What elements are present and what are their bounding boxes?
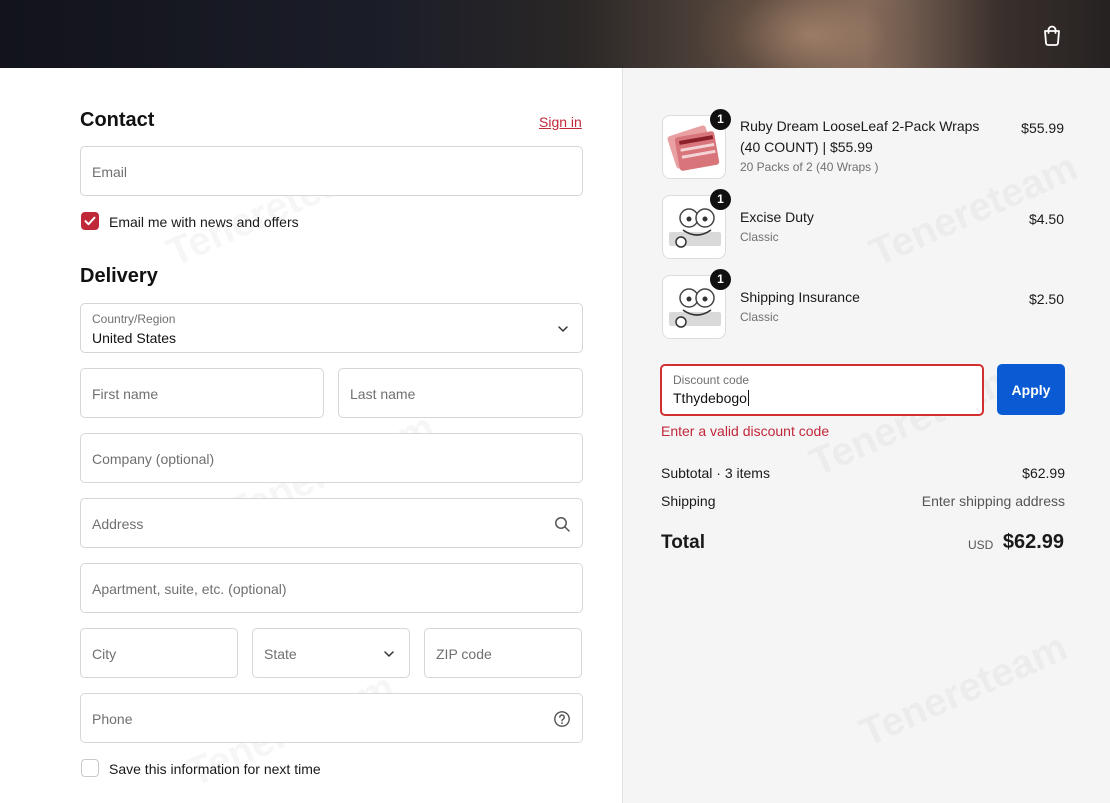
item-price: $4.50 — [1028, 211, 1064, 227]
quantity-badge: 1 — [710, 189, 731, 210]
city-placeholder: City — [92, 646, 117, 662]
order-summary: Tenereteam Tenereteam Tenereteam 1 Ruby … — [622, 68, 1110, 803]
header-banner — [0, 0, 1110, 68]
help-icon[interactable] — [553, 710, 571, 728]
email-field[interactable]: Email — [80, 146, 583, 196]
item-name: Excise Duty — [740, 209, 814, 225]
zip-field[interactable]: ZIP code — [424, 628, 582, 678]
apartment-placeholder: Apartment, suite, etc. (optional) — [92, 581, 287, 597]
quantity-badge: 1 — [710, 269, 731, 290]
phone-field[interactable]: Phone — [80, 693, 583, 743]
chevron-down-icon — [558, 326, 568, 332]
shopping-bag-icon[interactable] — [1041, 24, 1063, 46]
phone-placeholder: Phone — [92, 711, 133, 727]
checkmark-icon — [84, 216, 96, 226]
chevron-down-icon — [384, 651, 394, 657]
banner-image — [700, 0, 920, 68]
newsletter-label: Email me with news and offers — [109, 214, 299, 230]
item-variant: Classic — [740, 230, 779, 244]
contact-heading: Contact — [80, 109, 155, 131]
apartment-field[interactable]: Apartment, suite, etc. (optional) — [80, 563, 583, 613]
address-field[interactable]: Address — [80, 498, 583, 548]
last-name-field[interactable]: Last name — [338, 368, 583, 418]
state-select[interactable]: State — [252, 628, 410, 678]
country-label: Country/Region — [92, 312, 176, 326]
discount-value: Tthydebogo — [673, 390, 749, 406]
quantity-badge: 1 — [710, 109, 731, 130]
checkout-form: Tenereteam Tenereteam Tenereteam Contact… — [0, 68, 622, 803]
subtotal-row: Subtotal · 3 items $62.99 — [661, 465, 1065, 481]
item-price: $55.99 — [1021, 120, 1064, 136]
subtotal-label: Subtotal · 3 items — [661, 465, 770, 481]
city-field[interactable]: City — [80, 628, 238, 678]
shipping-row: Shipping Enter shipping address — [661, 493, 1065, 509]
address-placeholder: Address — [92, 516, 144, 532]
country-select[interactable]: Country/Region United States — [80, 303, 583, 353]
item-variant: Classic — [740, 310, 779, 324]
total-value: $62.99 — [1002, 531, 1064, 553]
shipping-value: Enter shipping address — [921, 493, 1065, 509]
total-label: Total — [661, 532, 705, 553]
sign-in-link[interactable]: Sign in — [539, 114, 582, 130]
watermark: Tenereteam — [853, 625, 1074, 756]
shipping-label: Shipping — [661, 493, 716, 509]
total-currency: USD — [968, 538, 994, 552]
delivery-heading: Delivery — [80, 265, 158, 287]
last-name-placeholder: Last name — [350, 386, 416, 402]
email-placeholder: Email — [92, 164, 128, 180]
discount-code-field[interactable]: Discount code Tthydebogo — [660, 364, 984, 416]
discount-error-message: Enter a valid discount code — [661, 423, 830, 439]
apply-discount-button[interactable]: Apply — [997, 364, 1065, 415]
item-name: Shipping Insurance — [740, 289, 860, 305]
item-price: $2.50 — [1028, 291, 1064, 307]
item-variant: 20 Packs of 2 (40 Wraps ) — [740, 160, 879, 174]
company-placeholder: Company (optional) — [92, 451, 215, 467]
discount-label: Discount code — [673, 373, 750, 387]
company-field[interactable]: Company (optional) — [80, 433, 583, 483]
item-name: Ruby Dream LooseLeaf 2-Pack Wraps (40 CO… — [740, 118, 980, 155]
newsletter-checkbox[interactable] — [81, 212, 99, 230]
country-value: United States — [92, 330, 177, 346]
save-info-label: Save this information for next time — [109, 761, 321, 777]
first-name-field[interactable]: First name — [80, 368, 324, 418]
state-placeholder: State — [264, 646, 297, 662]
first-name-placeholder: First name — [92, 386, 159, 402]
subtotal-value: $62.99 — [1022, 465, 1065, 481]
zip-placeholder: ZIP code — [436, 646, 492, 662]
search-icon[interactable] — [553, 515, 571, 533]
save-info-checkbox[interactable] — [81, 759, 99, 777]
